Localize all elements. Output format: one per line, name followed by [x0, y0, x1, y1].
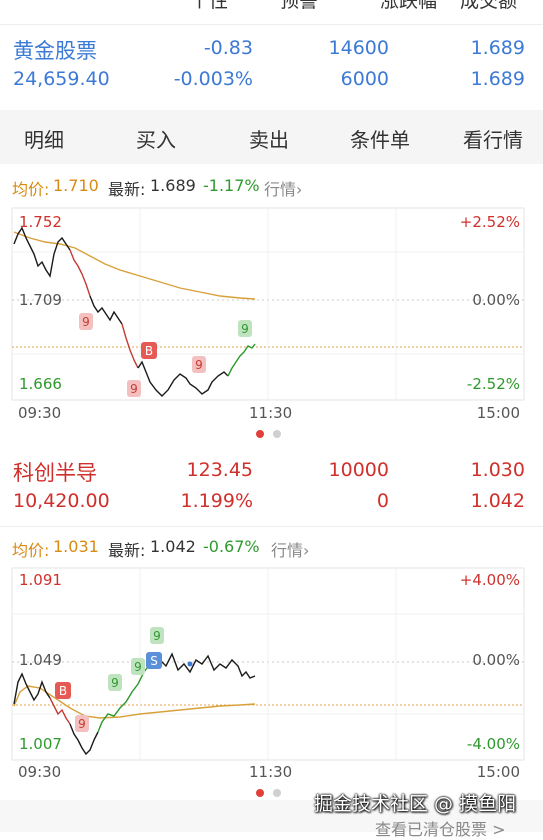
quote-info-bar: 均价: 1.031 最新: 1.042 -0.67% 行情›	[12, 537, 310, 561]
time-end: 15:00	[477, 404, 520, 422]
svg-text:9: 9	[82, 315, 90, 329]
stock-price: 24,659.40	[13, 68, 110, 90]
svg-text:9: 9	[241, 322, 249, 336]
svg-text:9: 9	[195, 358, 203, 372]
latest-price: 1.042	[150, 537, 196, 556]
stock-available: 0	[376, 490, 389, 512]
stock-row-gold[interactable]: 黄金股票 24,659.40 -0.83 -0.003% 14600 6000 …	[0, 32, 543, 98]
tab-conditional-order[interactable]: 条件单	[350, 124, 410, 153]
chevron-right-icon: ›	[296, 180, 303, 199]
divider	[0, 24, 543, 25]
time-end: 15:00	[477, 763, 520, 781]
stock-cost: 1.689	[470, 37, 525, 59]
pct-axis-mid: 0.00%	[472, 291, 520, 309]
market-link[interactable]: 行情›	[271, 537, 309, 561]
stock-current: 1.689	[470, 68, 525, 90]
svg-text:9: 9	[78, 717, 86, 731]
latest-price: 1.689	[150, 176, 196, 195]
tab-market[interactable]: 看行情	[463, 124, 523, 153]
y-axis-mid: 1.709	[19, 291, 62, 309]
marker-nine-buy[interactable]: 9	[131, 658, 145, 675]
marker-nine-buy[interactable]: 9	[108, 674, 122, 691]
action-tabs: 明细 买入 卖出 条件单 看行情	[0, 110, 543, 164]
avg-price: 1.710	[53, 176, 99, 195]
avg-price: 1.031	[53, 537, 99, 556]
y-axis-high: 1.752	[19, 213, 62, 231]
column-header-partial: 个性 预警 涨跌幅 成交额	[190, 0, 518, 12]
stock-change-pct: -0.003%	[173, 68, 253, 90]
marker-buy[interactable]: B	[55, 682, 71, 699]
price-line-segment	[159, 652, 256, 679]
pct-axis-high: +2.52%	[460, 213, 520, 231]
page-dot	[273, 789, 281, 797]
latest-change-pct: -1.17%	[203, 176, 260, 195]
price-line-segment	[121, 323, 139, 369]
page-dot	[273, 430, 281, 438]
tab-buy[interactable]: 买入	[136, 124, 176, 153]
marker-nine-buy[interactable]: 9	[150, 627, 164, 644]
stock-change: 123.45	[186, 459, 253, 481]
svg-text:B: B	[59, 684, 67, 698]
price-line-segment	[13, 672, 51, 705]
marker-nine-sell[interactable]: 9	[127, 380, 141, 397]
price-line-segment	[69, 249, 91, 297]
avg-price-line	[13, 231, 256, 300]
price-line-segment	[227, 343, 256, 377]
tab-sell[interactable]: 卖出	[249, 124, 289, 153]
view-cleared-stocks-link[interactable]: 查看已清仓股票 >	[375, 816, 506, 840]
stock-volume: 14600	[328, 37, 389, 59]
marker-sell[interactable]: S	[146, 652, 162, 669]
watermark: 掘金技术社区 @ 摸鱼阳	[314, 793, 517, 815]
avg-price-line	[13, 685, 256, 719]
stock-price: 10,420.00	[13, 490, 110, 512]
svg-text:B: B	[145, 344, 153, 358]
stock-volume: 10000	[328, 459, 389, 481]
stock-cost: 1.030	[470, 459, 525, 481]
marker-nine-sell[interactable]: 9	[79, 313, 93, 330]
marker-nine-buy[interactable]: 9	[238, 320, 252, 337]
y-axis-low: 1.007	[19, 735, 62, 753]
trade-point	[187, 661, 193, 667]
page-indicator[interactable]	[0, 428, 543, 440]
tab-detail[interactable]: 明细	[24, 124, 64, 153]
stock-name: 科创半导	[13, 461, 97, 485]
latest-change-pct: -0.67%	[203, 537, 260, 556]
svg-text:9: 9	[130, 382, 138, 396]
svg-text:S: S	[150, 654, 158, 668]
chevron-right-icon: ›	[303, 541, 310, 560]
stock-current: 1.042	[470, 490, 525, 512]
y-axis-low: 1.666	[19, 375, 62, 393]
intraday-chart-1[interactable]: 9 B 9 9 9 1.752 1.709 1.666 +2.52% 0.00%…	[0, 204, 543, 426]
marker-buy[interactable]: B	[141, 342, 157, 359]
stock-change: -0.83	[203, 37, 253, 59]
pct-axis-mid: 0.00%	[472, 651, 520, 669]
page-dot-active	[256, 430, 264, 438]
marker-nine-sell[interactable]: 9	[75, 715, 89, 732]
marker-nine-sell[interactable]: 9	[192, 356, 206, 373]
pct-axis-high: +4.00%	[460, 571, 520, 589]
time-mid: 11:30	[249, 404, 292, 422]
svg-text:9: 9	[111, 676, 119, 690]
pct-axis-low: -2.52%	[467, 375, 520, 393]
quote-info-bar: 均价: 1.710 最新: 1.689 -1.17% 行情›	[12, 176, 303, 200]
time-mid: 11:30	[249, 763, 292, 781]
stock-name: 黄金股票	[13, 39, 97, 63]
stock-change-pct: 1.199%	[180, 490, 253, 512]
page-dot-active	[256, 789, 264, 797]
y-axis-high: 1.091	[19, 571, 62, 589]
svg-text:9: 9	[134, 660, 142, 674]
market-link[interactable]: 行情›	[264, 176, 302, 200]
intraday-chart-2[interactable]: B 9 9 9 9 S 1.091 1.049 1.007 +4.00% 0.0…	[0, 564, 543, 786]
time-start: 09:30	[18, 763, 61, 781]
stock-available: 6000	[340, 68, 389, 90]
svg-text:9: 9	[153, 629, 161, 643]
divider	[0, 526, 543, 527]
y-axis-mid: 1.049	[19, 651, 62, 669]
pct-axis-low: -4.00%	[467, 735, 520, 753]
stock-row-semiconductor[interactable]: 科创半导 10,420.00 123.45 1.199% 10000 0 1.0…	[0, 455, 543, 521]
price-line-segment	[137, 360, 229, 397]
time-start: 09:30	[18, 404, 61, 422]
